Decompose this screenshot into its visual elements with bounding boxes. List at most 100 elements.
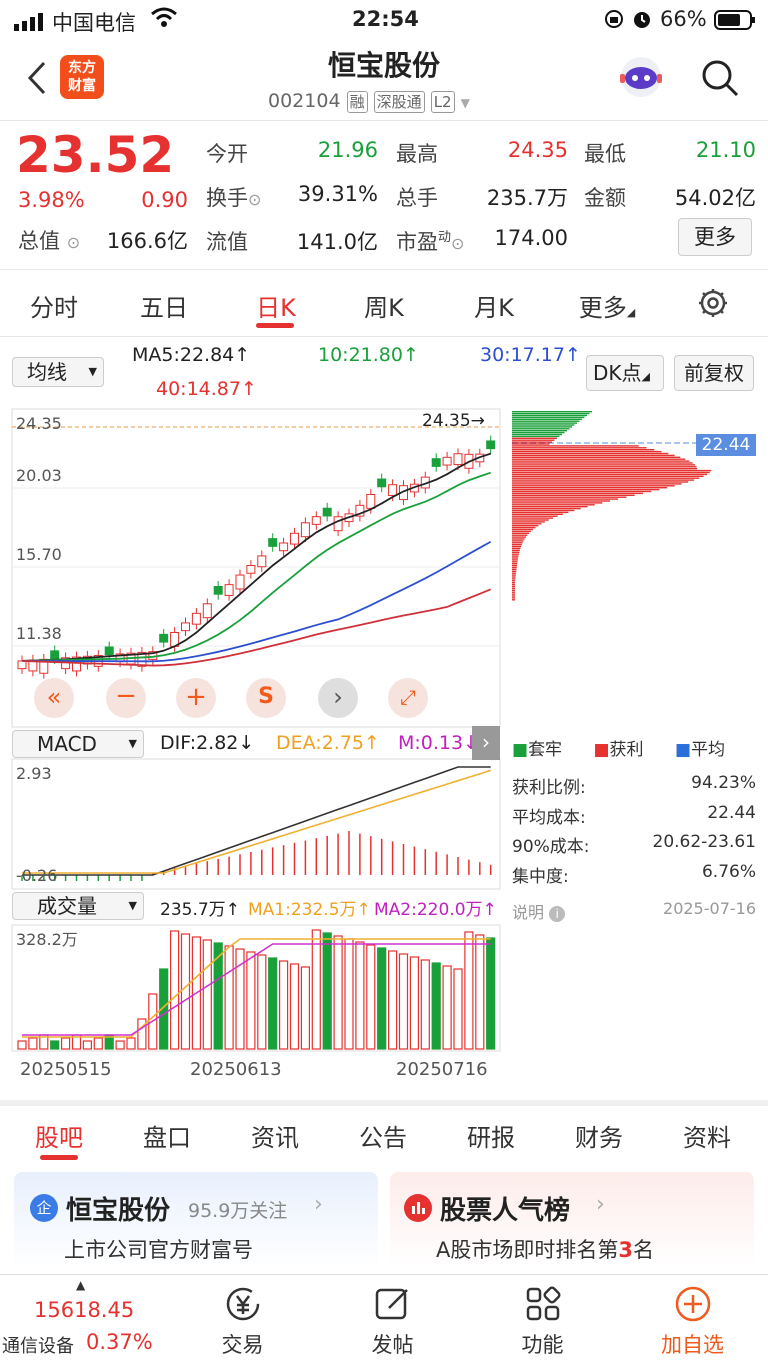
volume-select[interactable]: 成交量 ▼ <box>12 892 144 920</box>
trade-button[interactable]: 交易 <box>166 1284 319 1359</box>
chip-bar <box>512 564 517 567</box>
wifi-icon <box>150 6 178 33</box>
ma5-line <box>21 452 491 662</box>
gear-icon[interactable] <box>697 287 729 323</box>
chip-bar <box>512 563 518 565</box>
chip-row-label: 获利比例: <box>512 778 586 798</box>
volume-bar <box>268 957 278 1050</box>
post-button[interactable]: 发帖 <box>316 1284 469 1359</box>
subtab-pankou[interactable]: 盘口 <box>122 1118 212 1153</box>
ma5-value: MA5:22.84↑ <box>132 344 251 366</box>
chip-bar <box>512 471 710 474</box>
last-price: 23.52 <box>16 126 175 184</box>
corner-triangle-icon: ◢ <box>641 370 650 383</box>
more-button[interactable]: 更多 <box>678 218 752 256</box>
status-bar: 中国电信 22:54 66% <box>0 0 768 40</box>
edit-icon <box>375 1288 408 1320</box>
volume-bar <box>464 931 474 1050</box>
stock-code-row[interactable]: 002104 融 深股通 L2 ▼ <box>268 90 470 113</box>
collapse-panel-button[interactable]: › <box>472 726 500 760</box>
volume-bar <box>224 945 234 1050</box>
float-value: 141.0亿 <box>296 230 378 254</box>
indicator-select[interactable]: 均线 ▼ <box>12 357 104 387</box>
chip-bar <box>512 468 697 470</box>
dk-point-button[interactable]: DK点◢ <box>586 355 664 391</box>
chip-note-link[interactable]: 说明 i <box>512 899 566 923</box>
tab-five-day[interactable]: 五日 <box>124 288 204 323</box>
battery-icon <box>714 10 756 35</box>
candle-body <box>104 646 114 656</box>
tab-intraday[interactable]: 分时 <box>14 288 94 323</box>
chip-bar <box>512 572 517 574</box>
tab-weekly-k[interactable]: 周K <box>344 288 424 323</box>
chip-legend: ■套牢 ■获利 ■平均 <box>512 740 725 760</box>
scroll-right-button[interactable]: › <box>318 678 358 718</box>
chip-bar <box>512 517 554 519</box>
subtab-research[interactable]: 研报 <box>446 1118 536 1153</box>
chip-bar <box>512 511 569 514</box>
chip-bar <box>512 530 531 533</box>
candle-body <box>235 574 245 590</box>
volume-bar <box>442 965 452 1050</box>
subtab-guba[interactable]: 股吧 <box>14 1118 104 1153</box>
subtab-finance[interactable]: 财务 <box>554 1118 644 1153</box>
search-icon[interactable] <box>700 58 740 102</box>
divider <box>0 1100 768 1106</box>
functions-button[interactable]: 功能 <box>466 1284 619 1359</box>
tag-level2: L2 <box>430 91 455 113</box>
chip-bar <box>512 587 515 590</box>
chip-bar <box>512 431 565 434</box>
subtab-news[interactable]: 资讯 <box>230 1118 320 1153</box>
signal-s-button[interactable]: S <box>246 678 286 718</box>
macd-select[interactable]: MACD ▼ <box>12 730 144 758</box>
zoom-in-button[interactable]: + <box>176 678 216 718</box>
float-label: 流值 <box>206 230 248 254</box>
chip-bar <box>512 416 585 419</box>
chip-bar <box>512 466 697 468</box>
subtab-profile[interactable]: 资料 <box>662 1118 752 1153</box>
volume-bar <box>431 962 441 1050</box>
add-watchlist-button[interactable]: 加自选 <box>616 1284 768 1359</box>
tag-margin: 融 <box>346 91 368 113</box>
volume-bar <box>289 963 300 1050</box>
tab-monthly-k[interactable]: 月K <box>454 288 534 323</box>
tab-more[interactable]: 更多◢ <box>562 288 652 323</box>
fullscreen-icon[interactable]: ⤢ <box>388 678 428 718</box>
chip-bar <box>512 475 704 477</box>
chip-bar <box>512 418 582 420</box>
scroll-left-button[interactable]: « <box>34 678 74 718</box>
volume-bar <box>311 929 321 1050</box>
stock-code: 002104 <box>268 90 341 112</box>
chevron-right-icon: › <box>314 1192 323 1217</box>
volume-current: 235.7万↑ <box>160 900 240 920</box>
mcap-label: 总值 ⊙ <box>18 229 81 253</box>
ma40-line <box>21 588 492 667</box>
candle-body <box>333 516 343 532</box>
chip-bar <box>512 513 563 515</box>
dropdown-arrow-icon: ▼ <box>460 96 470 110</box>
volume-bar <box>333 935 343 1050</box>
chip-bar <box>512 452 669 455</box>
change-amount: 0.90 <box>141 188 188 212</box>
tab-daily-k[interactable]: 日K <box>236 288 316 323</box>
chip-bar <box>512 583 515 586</box>
chip-bar <box>512 561 518 563</box>
y-tick: 24.35 <box>16 414 62 433</box>
company-card[interactable]: 企 恒宝股份 95.9万关注 › 上市公司官方财富号 <box>14 1172 378 1268</box>
ranking-icon <box>404 1194 432 1222</box>
robot-assistant-icon[interactable] <box>618 54 664 100</box>
popularity-card[interactable]: 股票人气榜 › A股市场即时排名第3名 <box>390 1172 754 1268</box>
candle-body <box>431 458 441 467</box>
adjust-button[interactable]: 前复权 <box>674 355 754 391</box>
subtab-notice[interactable]: 公告 <box>338 1118 428 1153</box>
divider <box>0 336 768 337</box>
zoom-out-button[interactable]: − <box>106 678 146 718</box>
volume-bar <box>486 937 496 1050</box>
x-date: 20250716 <box>396 1059 488 1080</box>
chip-bar <box>512 570 517 572</box>
chip-bar <box>512 464 696 466</box>
info-icon: ⊙ <box>248 190 262 209</box>
index-widget[interactable]: ▲ 15618.45 通信设备 0.37% <box>0 1276 160 1366</box>
turnover-value: 39.31% <box>297 182 378 206</box>
chip-bar <box>512 580 516 582</box>
